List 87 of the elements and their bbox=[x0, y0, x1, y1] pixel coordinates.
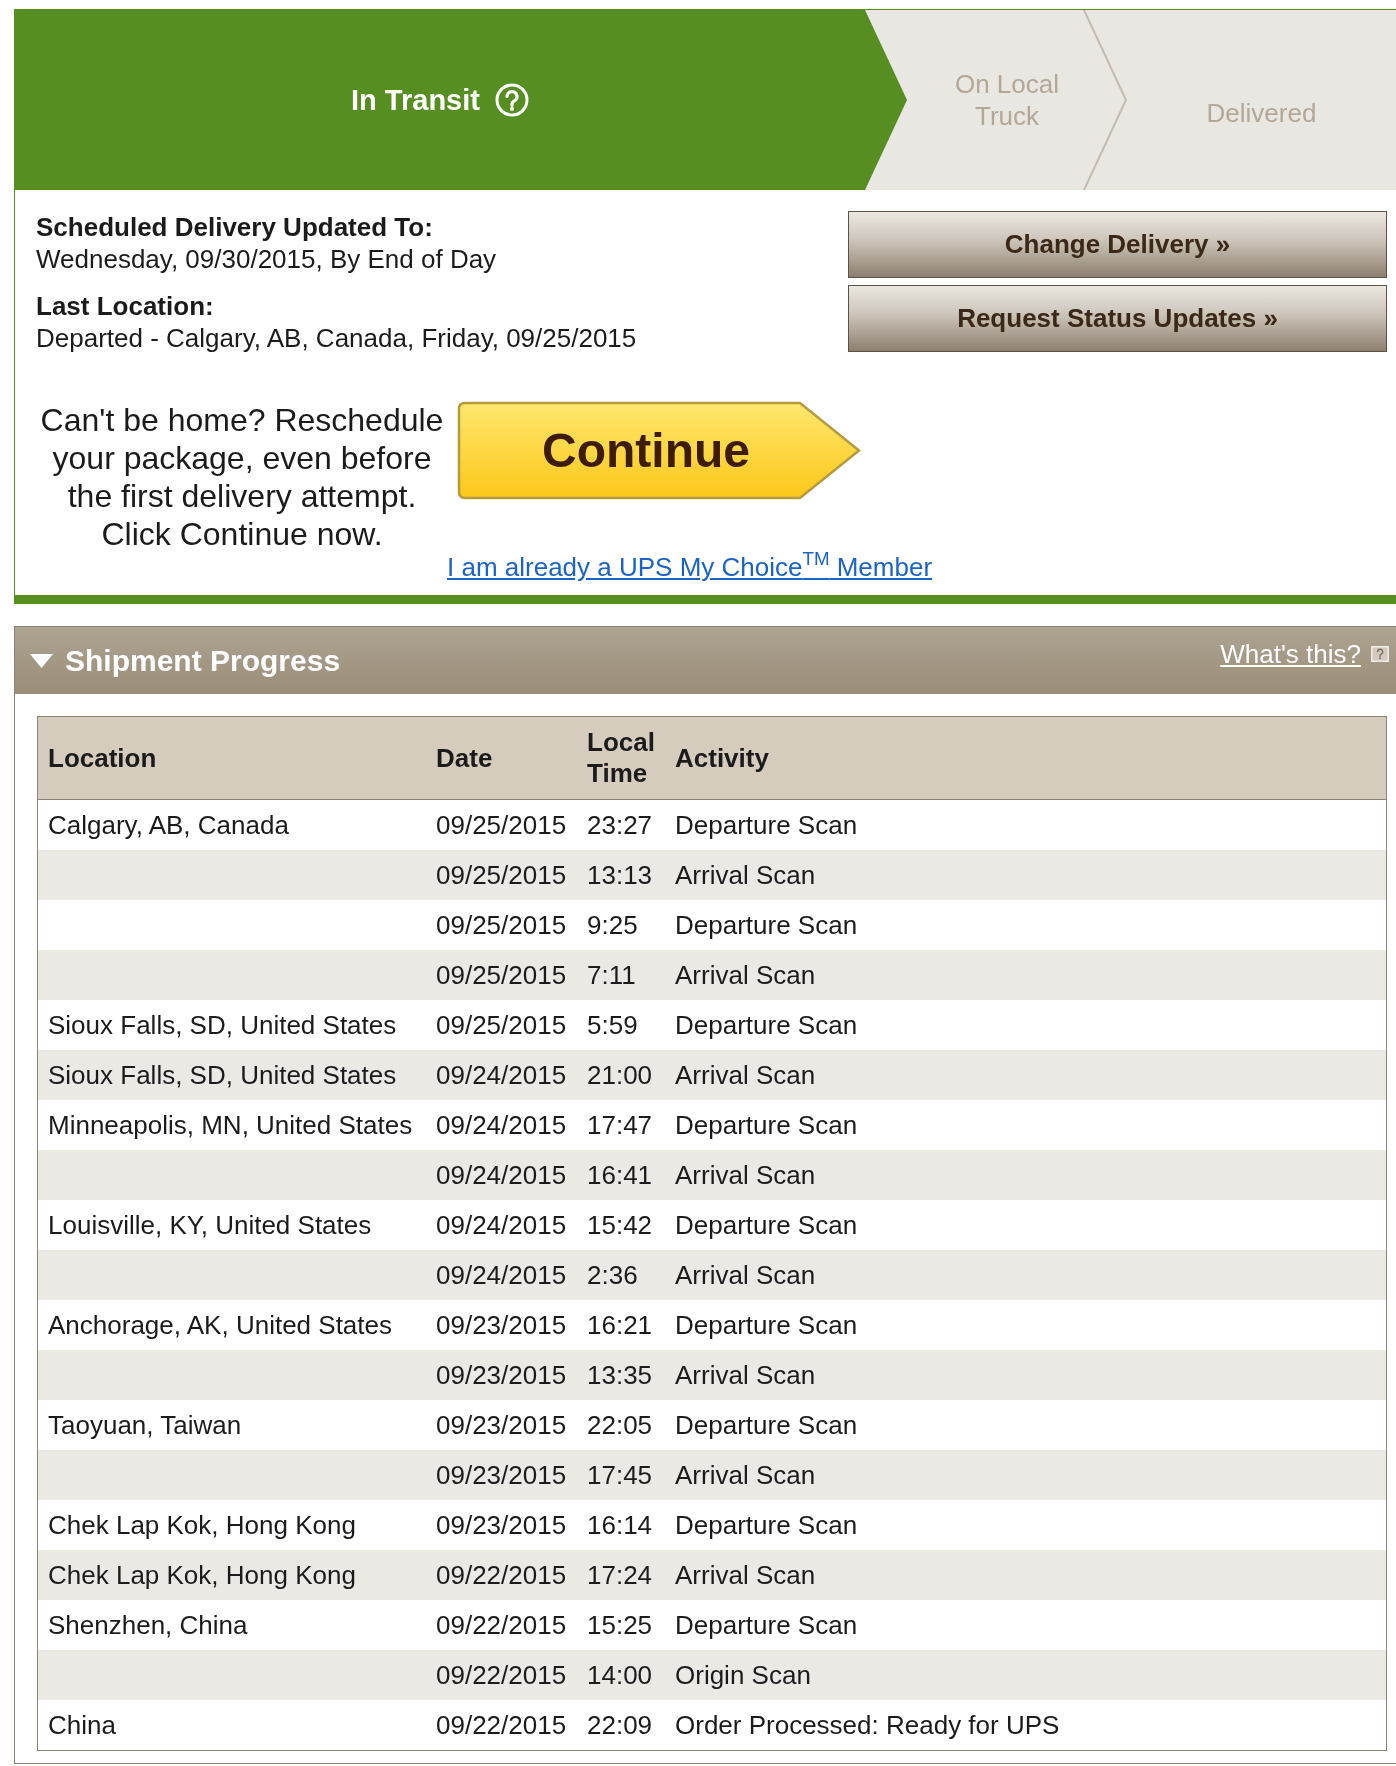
status-updates-button[interactable]: Request Status Updates » bbox=[848, 285, 1387, 352]
help-icon[interactable] bbox=[1371, 646, 1389, 662]
table-cell-text: Arrival Scan bbox=[674, 1360, 817, 1390]
detail-text: Departed - Calgary, AB, Canada, Friday, 09/25/2015 bbox=[36, 322, 638, 354]
table-cell-text: 22:09 bbox=[586, 1710, 654, 1740]
table-cell-text: Arrival Scan bbox=[674, 1060, 817, 1090]
table-cell-text: 9:25 bbox=[586, 910, 639, 940]
column-header: Date bbox=[435, 742, 494, 774]
table-cell-text: 09/25/2015 bbox=[435, 960, 568, 990]
table-cell-text: 17:24 bbox=[586, 1560, 654, 1590]
table-cell-text: Order Processed: Ready for UPS bbox=[674, 1710, 1061, 1740]
table-cell-text: Minneapolis, MN, United States bbox=[47, 1110, 414, 1140]
table-cell-text: 16:41 bbox=[586, 1160, 654, 1190]
table-cell-text: Chek Lap Kok, Hong Kong bbox=[47, 1510, 357, 1540]
table-cell-text: 09/23/2015 bbox=[435, 1410, 568, 1440]
table-cell-text: 09/24/2015 bbox=[435, 1060, 568, 1090]
table-cell-text: 21:00 bbox=[586, 1060, 654, 1090]
table-cell-text: Anchorage, AK, United States bbox=[47, 1310, 393, 1340]
table-cell-text: 09/22/2015 bbox=[435, 1710, 568, 1740]
table-cell-text: Arrival Scan bbox=[674, 860, 817, 890]
detail-label: Scheduled Delivery Updated To: bbox=[36, 211, 434, 243]
table-cell-text: Taoyuan, Taiwan bbox=[47, 1410, 243, 1440]
table-cell-text: Calgary, AB, Canada bbox=[47, 810, 290, 840]
table-cell-text: China bbox=[47, 1710, 117, 1740]
table-cell-text: 09/24/2015 bbox=[435, 1210, 568, 1240]
table-cell-text: Departure Scan bbox=[674, 810, 859, 840]
table-cell-text: 2:36 bbox=[586, 1260, 639, 1290]
table-cell-text: Arrival Scan bbox=[674, 1460, 817, 1490]
table-cell-text: 13:35 bbox=[586, 1360, 654, 1390]
table-cell-text: Departure Scan bbox=[674, 910, 859, 940]
table-cell-text: Sioux Falls, SD, United States bbox=[47, 1060, 398, 1090]
table-cell-text: Departure Scan bbox=[674, 1410, 859, 1440]
table-cell-text: 09/25/2015 bbox=[435, 910, 568, 940]
table-cell-text: Shenzhen, China bbox=[47, 1610, 249, 1640]
panel-title: Shipment Progress bbox=[65, 642, 341, 679]
table-cell-text: 17:47 bbox=[586, 1110, 654, 1140]
table-cell-text: 13:13 bbox=[586, 860, 654, 890]
table-cell-text: 16:14 bbox=[586, 1510, 654, 1540]
table-cell-text: Sioux Falls, SD, United States bbox=[47, 1010, 398, 1040]
table-cell-text: Departure Scan bbox=[674, 1210, 859, 1240]
table-cell-text: Arrival Scan bbox=[674, 960, 817, 990]
member-link[interactable]: I am already a UPS My Choice$^{TM}$ Member bbox=[447, 552, 933, 582]
table-cell-text: 09/25/2015 bbox=[435, 860, 568, 890]
table-cell-text: 09/25/2015 bbox=[435, 810, 568, 840]
column-header: Activity bbox=[674, 742, 770, 774]
table-cell-text: 09/23/2015 bbox=[435, 1310, 568, 1340]
table-cell-text: 09/24/2015 bbox=[435, 1110, 568, 1140]
table-cell-text: 09/22/2015 bbox=[435, 1660, 568, 1690]
table-cell-text: Departure Scan bbox=[674, 1610, 859, 1640]
table-cell-text: Chek Lap Kok, Hong Kong bbox=[47, 1560, 357, 1590]
table-cell-text: 14:00 bbox=[586, 1660, 654, 1690]
table-cell-text: 15:25 bbox=[586, 1610, 654, 1640]
table-cell-text: 09/25/2015 bbox=[435, 1010, 568, 1040]
table-cell-text: 09/22/2015 bbox=[435, 1610, 568, 1640]
step-label: In Transit bbox=[351, 83, 480, 117]
table-cell-text: Arrival Scan bbox=[674, 1260, 817, 1290]
step-label: Delivered bbox=[1206, 97, 1317, 129]
table-cell-text: 5:59 bbox=[586, 1010, 639, 1040]
column-header: Local Time bbox=[586, 727, 656, 789]
table-cell-text: Origin Scan bbox=[674, 1660, 812, 1690]
step-label: On Local Truck bbox=[953, 68, 1061, 132]
table-cell-text: 17:45 bbox=[586, 1460, 654, 1490]
detail-label: Last Location: bbox=[36, 290, 215, 322]
table-cell-text: Departure Scan bbox=[674, 1310, 859, 1340]
table-cell-text: Departure Scan bbox=[674, 1110, 859, 1140]
table-cell-text: 09/22/2015 bbox=[435, 1560, 568, 1590]
table-cell-text: 09/23/2015 bbox=[435, 1360, 568, 1390]
table-cell-text: Arrival Scan bbox=[674, 1160, 817, 1190]
detail-text: Wednesday, 09/30/2015, By End of Day bbox=[36, 243, 498, 275]
table-cell-text: 09/24/2015 bbox=[435, 1260, 568, 1290]
table-cell-text: Departure Scan bbox=[674, 1010, 859, 1040]
table-cell-text: Departure Scan bbox=[674, 1510, 859, 1540]
table-cell-text: 23:27 bbox=[586, 810, 654, 840]
table-cell-text: 09/23/2015 bbox=[435, 1510, 568, 1540]
column-header: Location bbox=[47, 742, 158, 774]
table-cell-text: 15:42 bbox=[586, 1210, 654, 1240]
table-cell-text: Louisville, KY, United States bbox=[47, 1210, 373, 1240]
table-cell-text: Arrival Scan bbox=[674, 1560, 817, 1590]
table-cell-text: 22:05 bbox=[586, 1410, 654, 1440]
caret-icon[interactable] bbox=[30, 653, 53, 668]
table-cell-text: 09/24/2015 bbox=[435, 1160, 568, 1190]
change-delivery-button[interactable]: Change Delivery » bbox=[848, 211, 1387, 278]
table-cell-text: 09/23/2015 bbox=[435, 1460, 568, 1490]
table-cell-text: 7:11 bbox=[586, 960, 637, 990]
reschedule-message: Can't be home? Reschedule your package, even before the first delivery attempt. Click Continue now. bbox=[39, 401, 445, 553]
continue-button[interactable]: Continue bbox=[457, 401, 862, 500]
table-cell-text: 16:21 bbox=[586, 1310, 654, 1340]
